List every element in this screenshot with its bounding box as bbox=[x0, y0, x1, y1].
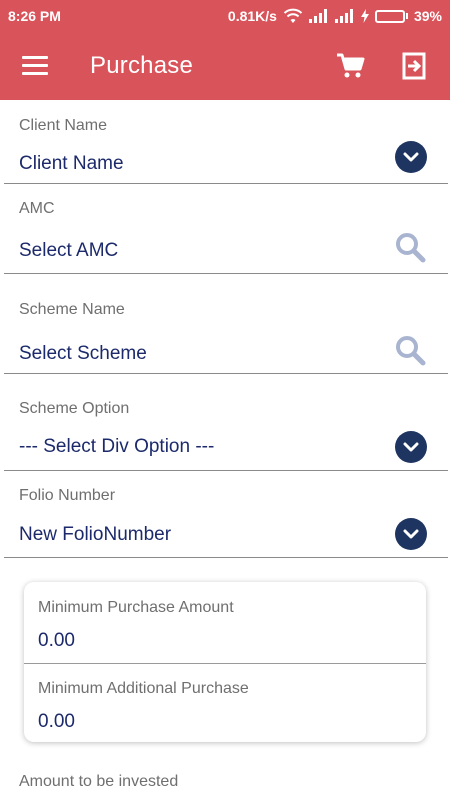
signal-icon bbox=[308, 9, 329, 23]
client-name-label: Client Name bbox=[19, 117, 108, 134]
min-additional-label: Minimum Additional Purchase bbox=[38, 680, 249, 697]
status-time: 8:26 PM bbox=[8, 8, 61, 24]
amc-value[interactable]: Select AMC bbox=[19, 240, 118, 262]
min-purchase-value: 0.00 bbox=[38, 630, 75, 651]
search-icon[interactable] bbox=[395, 335, 427, 367]
status-indicators: 0.81K/s 39% bbox=[228, 8, 442, 24]
battery-percent: 39% bbox=[413, 8, 442, 24]
signal-icon-2 bbox=[334, 9, 355, 23]
client-name-value[interactable]: Client Name bbox=[19, 153, 124, 175]
amc-field[interactable]: AMC Select AMC bbox=[4, 184, 448, 274]
scheme-name-field[interactable]: Scheme Name Select Scheme bbox=[4, 274, 448, 374]
chevron-down-icon[interactable] bbox=[395, 518, 427, 550]
scheme-option-value[interactable]: --- Select Div Option --- bbox=[19, 436, 214, 458]
scheme-option-label: Scheme Option bbox=[19, 400, 130, 417]
chevron-down-icon[interactable] bbox=[395, 431, 427, 463]
client-name-field[interactable]: Client Name Client Name bbox=[4, 100, 448, 184]
scheme-name-label: Scheme Name bbox=[19, 301, 125, 318]
scheme-name-value[interactable]: Select Scheme bbox=[19, 343, 147, 365]
folio-number-field[interactable]: Folio Number New FolioNumber bbox=[4, 471, 448, 558]
battery-icon bbox=[374, 9, 408, 23]
wifi-icon bbox=[283, 8, 303, 24]
logout-icon[interactable] bbox=[398, 50, 430, 82]
chevron-down-icon[interactable] bbox=[395, 141, 427, 173]
amount-label: Amount to be invested bbox=[19, 773, 179, 790]
network-speed: 0.81K/s bbox=[227, 8, 277, 24]
purchase-form: Client Name Client Name AMC Select AMC S… bbox=[0, 100, 450, 558]
page-title: Purchase bbox=[90, 52, 193, 79]
purchase-limits-card: Minimum Purchase Amount 0.00 Minimum Add… bbox=[24, 582, 426, 742]
min-additional-row: Minimum Additional Purchase 0.00 bbox=[24, 663, 426, 743]
cart-icon[interactable] bbox=[334, 50, 366, 82]
hamburger-menu-icon[interactable] bbox=[22, 56, 48, 76]
min-purchase-row: Minimum Purchase Amount 0.00 bbox=[24, 582, 426, 662]
charging-icon bbox=[360, 9, 369, 23]
app-bar: Purchase bbox=[0, 32, 450, 100]
folio-number-label: Folio Number bbox=[19, 487, 116, 504]
folio-number-value[interactable]: New FolioNumber bbox=[19, 524, 171, 546]
min-additional-value: 0.00 bbox=[38, 711, 75, 732]
amc-label: AMC bbox=[19, 200, 55, 217]
scheme-option-field[interactable]: Scheme Option --- Select Div Option --- bbox=[4, 374, 448, 471]
search-icon[interactable] bbox=[395, 232, 427, 264]
status-bar: 8:26 PM 0.81K/s 39% bbox=[0, 0, 450, 32]
min-purchase-label: Minimum Purchase Amount bbox=[38, 599, 234, 616]
